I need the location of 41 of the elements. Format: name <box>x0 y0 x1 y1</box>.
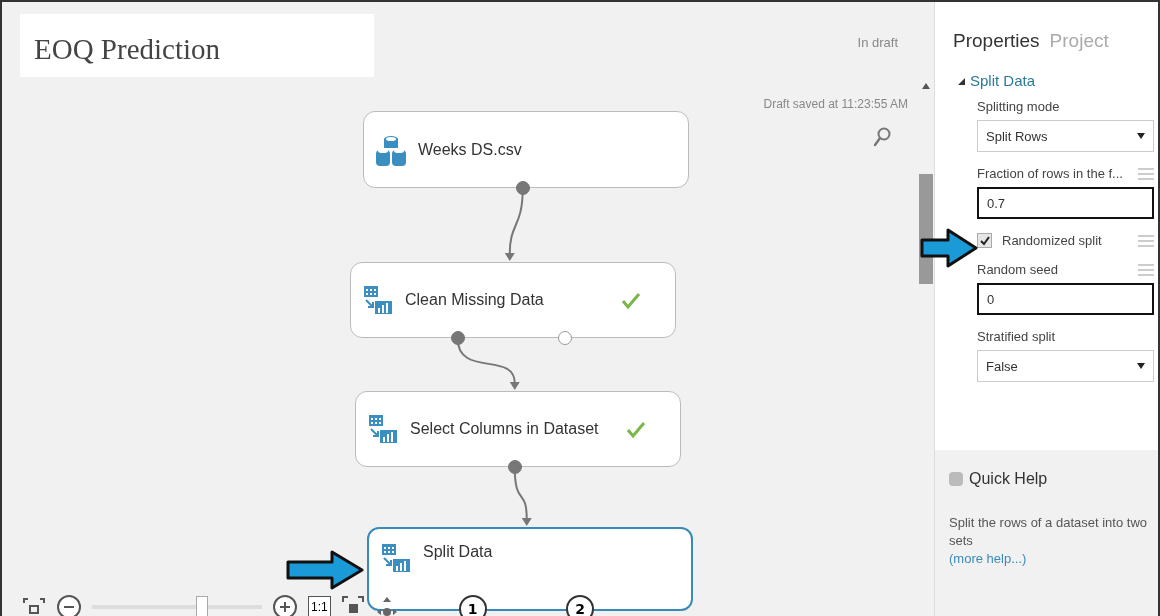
caret-icon <box>1137 362 1145 370</box>
input-field[interactable]: 0.7 <box>977 187 1154 219</box>
table-chart-icon <box>381 543 411 573</box>
help-title: Quick Help <box>969 470 1048 488</box>
input-field[interactable]: 0 <box>977 283 1154 315</box>
save-status: Draft saved at 11:23:55 AM <box>763 97 908 111</box>
zoom-in-button[interactable] <box>272 594 298 616</box>
field-label: Random seed <box>977 262 1058 277</box>
help-icon <box>949 472 963 486</box>
module-node[interactable]: Clean Missing Data <box>350 262 676 338</box>
help-text: Split the rows of a dataset into two sets <box>949 514 1148 550</box>
expand-icon <box>957 77 966 86</box>
module-node[interactable]: Select Columns in Dataset <box>355 391 681 467</box>
dropdown[interactable]: Split Rows <box>977 120 1154 152</box>
randomize-checkbox[interactable]: Randomized split <box>977 233 1102 248</box>
fit-icon[interactable] <box>22 597 46 616</box>
zoom-out-button[interactable] <box>56 594 82 616</box>
module-name: Split Data <box>423 543 493 561</box>
field-label: Fraction of rows in the f... <box>977 166 1123 181</box>
module-name: Clean Missing Data <box>405 291 544 309</box>
actual-size-button[interactable]: 1:1 <box>308 596 331 616</box>
experiment-title: EOQ Prediction <box>20 14 374 77</box>
checkmark-icon <box>979 235 990 246</box>
module-name: Weeks DS.csv <box>418 140 522 159</box>
table-chart-icon <box>368 414 398 444</box>
field-label: Splitting mode <box>977 99 1060 114</box>
output-port[interactable] <box>558 331 573 345</box>
table-chart-icon <box>363 285 393 315</box>
dropdown[interactable]: False <box>977 350 1154 382</box>
field-label: Stratified split <box>977 329 1056 344</box>
draft-status: In draft <box>857 35 898 50</box>
scroll-up-icon[interactable] <box>921 82 931 90</box>
panel-tab[interactable]: Properties <box>953 30 1040 52</box>
search-icon[interactable] <box>872 126 892 148</box>
module-node[interactable]: Weeks DS.csv <box>363 111 689 188</box>
section-header[interactable]: Split Data <box>935 52 1036 89</box>
module-name: Select Columns in Dataset <box>410 420 599 438</box>
center-icon[interactable] <box>340 595 365 616</box>
help-link[interactable]: (more help...) <box>949 551 1027 567</box>
pointer-arrow <box>920 228 978 268</box>
caret-icon <box>1137 132 1145 140</box>
